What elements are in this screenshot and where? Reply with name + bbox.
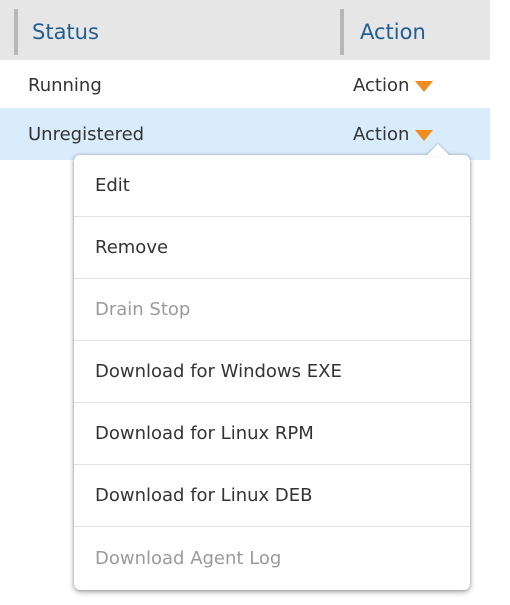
table-row[interactable]: Running Action <box>0 62 490 108</box>
action-label: Action <box>353 74 410 96</box>
action-dropdown-button[interactable]: Action <box>353 62 434 108</box>
action-dropdown-menu: Edit Remove Drain Stop Download for Wind… <box>74 155 470 590</box>
column-separator <box>340 9 344 55</box>
status-cell: Unregistered <box>28 123 145 145</box>
column-header-label: Status <box>32 20 99 44</box>
menu-pointer <box>426 144 450 156</box>
column-header-label: Action <box>360 20 426 44</box>
menu-item-download-linux-deb[interactable]: Download for Linux DEB <box>74 465 470 527</box>
menu-item-edit[interactable]: Edit <box>74 155 470 217</box>
table-header: Status Action <box>0 0 490 60</box>
column-header-status[interactable]: Status <box>14 9 352 55</box>
column-separator <box>14 9 18 55</box>
menu-item-drain-stop: Drain Stop <box>74 279 470 341</box>
caret-down-icon <box>415 130 434 141</box>
menu-item-remove[interactable]: Remove <box>74 217 470 279</box>
action-label: Action <box>353 123 410 145</box>
menu-item-download-windows-exe[interactable]: Download for Windows EXE <box>74 341 470 403</box>
action-dropdown-button[interactable]: Action <box>353 108 434 160</box>
column-header-action[interactable]: Action <box>340 9 510 55</box>
menu-item-download-linux-rpm[interactable]: Download for Linux RPM <box>74 403 470 465</box>
table-row-selected[interactable]: Unregistered Action <box>0 108 490 160</box>
status-cell: Running <box>28 74 102 96</box>
caret-down-icon <box>415 81 434 92</box>
menu-item-download-agent-log: Download Agent Log <box>95 547 282 569</box>
